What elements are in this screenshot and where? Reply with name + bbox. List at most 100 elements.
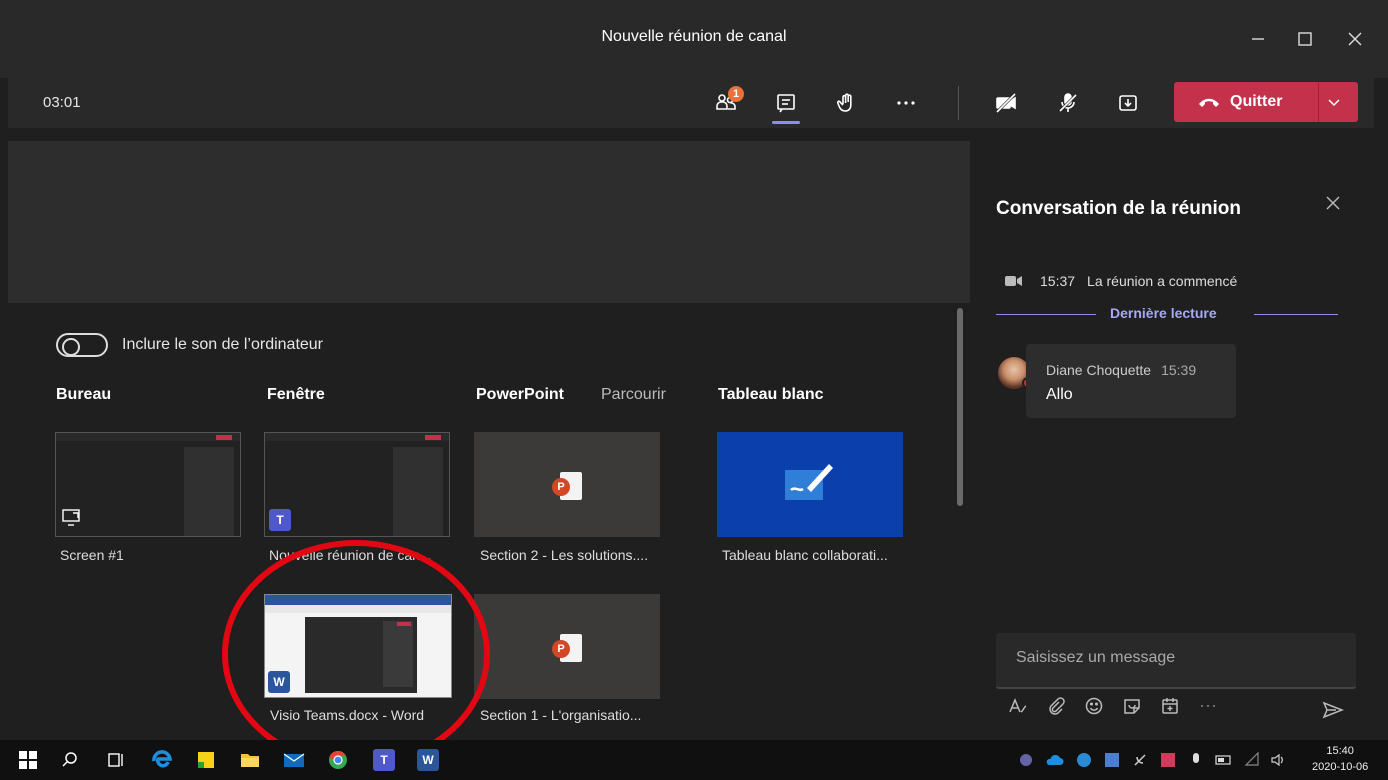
paperclip-icon	[1049, 697, 1065, 715]
start-button[interactable]	[16, 748, 40, 772]
chat-title: Conversation de la réunion	[996, 198, 1241, 219]
more-options-button[interactable]	[1194, 703, 1222, 709]
emoji-button[interactable]	[1080, 697, 1108, 715]
taskbar-edge[interactable]	[150, 748, 174, 772]
sticker-button[interactable]	[1118, 697, 1146, 715]
share-whiteboard-thumbnail[interactable]	[717, 432, 903, 537]
share-icon	[1119, 95, 1137, 111]
taskbar-teams[interactable]: T	[372, 748, 396, 772]
minimize-button[interactable]	[1238, 22, 1278, 56]
tray-app-icon[interactable]	[1072, 748, 1096, 772]
camera-toggle-button[interactable]	[986, 86, 1026, 120]
window-title: Nouvelle réunion de canal	[601, 28, 787, 45]
taskbar-file-explorer[interactable]	[238, 748, 262, 772]
tray-app4-icon[interactable]	[1156, 748, 1180, 772]
search-icon	[62, 752, 77, 767]
message-author: Diane Choquette	[1046, 362, 1152, 378]
hand-icon	[836, 93, 852, 112]
last-read-divider: Dernière lecture	[996, 305, 1338, 325]
screen-1-caption: Screen #1	[60, 547, 124, 563]
participants-badge: 1	[728, 86, 744, 102]
taskbar-mail[interactable]	[282, 748, 306, 772]
leave-meeting-button[interactable]: Quitter	[1174, 82, 1358, 122]
chat-icon	[777, 94, 795, 113]
tray-onedrive-icon[interactable]	[1042, 748, 1066, 772]
taskbar-sticky-notes[interactable]	[194, 748, 218, 772]
meeting-started-event: 15:37 La réunion a commencé	[1004, 273, 1237, 289]
include-audio-row: Inclure le son de l’ordinateur	[56, 333, 323, 357]
tray-app3-icon[interactable]	[1128, 748, 1152, 772]
compose-box[interactable]	[996, 633, 1356, 689]
task-view-button[interactable]	[104, 748, 128, 772]
chat-message[interactable]: Diane Choquette 15:39 Allo	[1026, 344, 1236, 418]
calendar-icon	[1162, 698, 1178, 714]
powerpoint-file-icon: P	[552, 634, 582, 662]
raise-hand-button[interactable]	[826, 86, 866, 120]
close-icon	[1326, 196, 1340, 210]
powerpoint-heading: PowerPoint	[476, 386, 565, 403]
wifi-icon	[1244, 752, 1259, 766]
format-button[interactable]	[1004, 697, 1032, 715]
satellite-icon	[1134, 754, 1146, 766]
schedule-meeting-button[interactable]	[1156, 697, 1184, 715]
teams-icon: T	[373, 749, 395, 771]
include-audio-label: Inclure le son de l’ordinateur	[122, 336, 324, 353]
tray-battery-icon[interactable]	[1212, 748, 1236, 772]
share-ppt-section2-thumbnail[interactable]: P	[474, 432, 660, 537]
chat-button[interactable]	[766, 86, 806, 124]
more-actions-button[interactable]	[886, 86, 926, 120]
event-message: La réunion a commencé	[1087, 273, 1238, 289]
camera-off-icon	[995, 92, 1017, 114]
message-time: 15:39	[1161, 362, 1197, 378]
circle-app-icon	[1077, 753, 1091, 767]
close-icon	[1348, 32, 1362, 46]
tray-teams-icon[interactable]	[1014, 748, 1038, 772]
close-window-button[interactable]	[1335, 22, 1375, 56]
close-chat-button[interactable]	[1326, 193, 1340, 216]
tray-volume-icon[interactable]	[1266, 748, 1290, 772]
attach-button[interactable]	[1042, 697, 1070, 715]
chevron-down-icon[interactable]	[1326, 94, 1342, 110]
monitor-share-icon	[62, 509, 80, 526]
compose-toolbar	[1004, 697, 1224, 715]
volume-icon	[1271, 753, 1283, 767]
meeting-toolbar: 03:01 1 Quitter	[8, 78, 1374, 128]
sticker-icon	[1124, 699, 1140, 714]
share-ppt-section1-thumbnail[interactable]: P	[474, 594, 660, 699]
title-bar: Nouvelle réunion de canal	[0, 0, 1388, 78]
taskbar-chrome[interactable]	[326, 748, 350, 772]
meeting-stage	[8, 141, 970, 303]
taskbar-search-button[interactable]	[58, 748, 82, 772]
browse-link[interactable]: Parcourir	[601, 386, 666, 404]
tray-app2-icon[interactable]	[1100, 748, 1124, 772]
maximize-button[interactable]	[1285, 22, 1325, 56]
share-tray-button[interactable]	[1108, 86, 1148, 120]
more-icon	[1201, 705, 1215, 707]
tray-wifi-icon[interactable]	[1240, 748, 1264, 772]
clock-date: 2020-10-06	[1312, 761, 1369, 773]
participants-button[interactable]: 1	[706, 86, 746, 120]
toolbar-separator	[958, 86, 959, 120]
minimize-icon	[1252, 38, 1264, 40]
thumbnail-titlebar	[56, 433, 240, 441]
tray-mic-icon[interactable]	[1184, 748, 1208, 772]
chrome-icon	[329, 750, 347, 769]
share-screen-1-thumbnail[interactable]	[55, 432, 241, 537]
folder-icon	[241, 754, 259, 767]
mail-icon	[283, 753, 305, 767]
message-input[interactable]	[1016, 649, 1336, 667]
edge-icon	[152, 750, 172, 768]
battery-icon	[1215, 755, 1231, 765]
windows-logo-icon	[19, 751, 37, 769]
share-tray-scrollbar[interactable]	[957, 308, 963, 506]
message-text: Allo	[1046, 386, 1073, 403]
hang-up-icon	[1199, 98, 1219, 107]
share-window-teams-thumbnail[interactable]: T	[264, 432, 450, 537]
mic-toggle-button[interactable]	[1048, 86, 1088, 120]
more-icon	[897, 101, 915, 105]
send-button[interactable]	[1322, 701, 1345, 724]
taskbar-clock[interactable]: 15:40 2020-10-06	[1312, 743, 1368, 775]
include-audio-toggle[interactable]	[56, 333, 108, 357]
emoji-icon	[1085, 697, 1103, 715]
taskbar-word[interactable]: W	[416, 748, 440, 772]
